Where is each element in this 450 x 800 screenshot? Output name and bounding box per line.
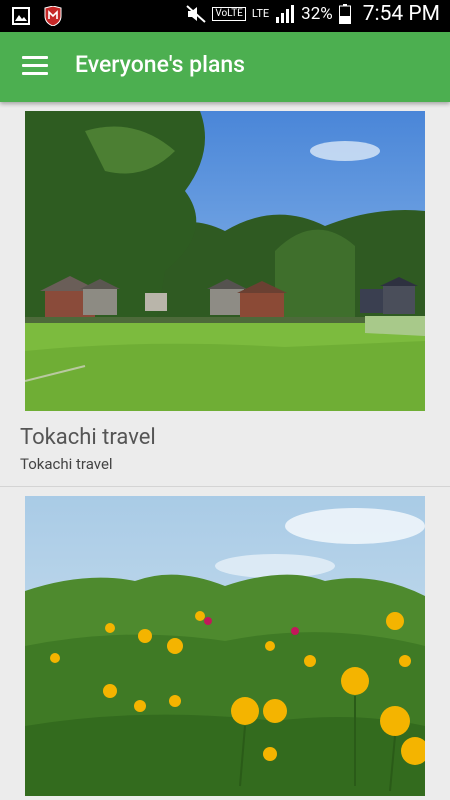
plan-title: Tokachi travel [20, 425, 156, 450]
plan-subtitle: Tokachi travel [20, 455, 113, 473]
plan-photo [25, 496, 425, 796]
page-title: Everyone's plans [75, 51, 246, 78]
volte-indicator: VoLTE [212, 7, 246, 21]
signal-strength-icon [276, 5, 295, 23]
clock: 7:54 PM [362, 2, 440, 26]
plan-card[interactable]: Tokachi travel Tokachi travel [0, 102, 450, 487]
status-bar: VoLTE LTE 32% 7:54 PM [0, 0, 450, 32]
battery-percent: 32% [301, 4, 333, 24]
plans-list: Tokachi travel Tokachi travel [0, 102, 450, 797]
plan-card[interactable] [0, 487, 450, 797]
image-notification-icon [12, 7, 30, 25]
mcafee-shield-icon [44, 6, 62, 26]
battery-icon [338, 4, 351, 24]
app-bar: Everyone's plans [0, 32, 450, 102]
menu-icon[interactable] [22, 56, 48, 76]
network-type-label: LTE [251, 7, 270, 20]
mute-icon [186, 5, 206, 23]
plan-photo [25, 111, 425, 411]
